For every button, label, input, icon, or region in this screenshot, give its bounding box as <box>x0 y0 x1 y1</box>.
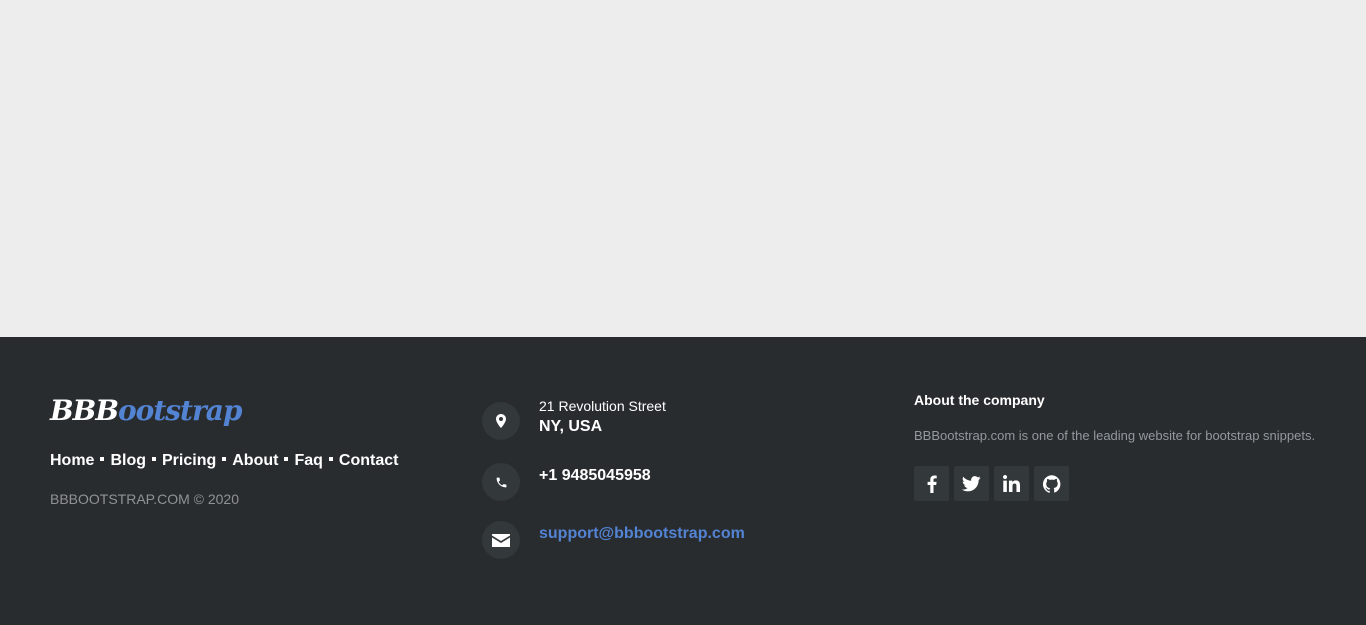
footer-link-pricing[interactable]: Pricing <box>162 452 216 469</box>
nav-separator <box>328 457 333 462</box>
footer-link-home[interactable]: Home <box>50 452 94 469</box>
contact-phone-row: +1 9485045958 <box>482 457 862 515</box>
logo-part-blue: ootstrap <box>118 394 242 427</box>
nav-separator <box>152 457 156 462</box>
github-icon[interactable] <box>1034 466 1069 501</box>
copyright-text: BBBOOTSTRAP.COM © 2020 <box>50 491 240 507</box>
page-content-area <box>0 0 1366 337</box>
linkedin-icon[interactable] <box>994 466 1029 501</box>
footer-link-about[interactable]: About <box>232 452 278 469</box>
envelope-icon <box>482 521 520 559</box>
phone-icon <box>482 463 520 501</box>
nav-separator <box>100 457 105 462</box>
nav-separator <box>222 457 227 462</box>
footer-contact-column: 21 Revolution Street NY, USA +1 94850459… <box>482 395 862 559</box>
footer-link-faq[interactable]: Faq <box>294 452 322 469</box>
map-marker-icon <box>482 402 520 440</box>
contact-email-row: support@bbbootstrap.com <box>482 515 862 559</box>
footer-left-column: BBBootstrap Home Blog Pricing About Faq Conta… <box>50 391 450 508</box>
logo-part-white: BBB <box>50 394 119 427</box>
brand-logo[interactable]: BBBootstrap <box>50 391 450 431</box>
email-link[interactable]: support@bbbootstrap.com <box>539 525 745 543</box>
nav-separator <box>284 457 289 462</box>
footer: BBBootstrap Home Blog Pricing About Faq Conta… <box>0 337 1366 625</box>
address-line-2: NY, USA <box>539 418 603 435</box>
footer-link-contact[interactable]: Contact <box>339 452 399 469</box>
address-line-1: 21 Revolution Street <box>539 398 666 414</box>
footer-about-column: About the company BBBootstrap.com is one… <box>914 391 1334 501</box>
about-title: About the company <box>914 392 1045 408</box>
facebook-icon[interactable] <box>914 466 949 501</box>
footer-link-blog[interactable]: Blog <box>110 452 146 469</box>
contact-address-row: 21 Revolution Street NY, USA <box>482 395 862 457</box>
about-text: BBBootstrap.com is one of the leading we… <box>914 428 1316 443</box>
social-links <box>914 466 1334 501</box>
twitter-icon[interactable] <box>954 466 989 501</box>
phone-number[interactable]: +1 9485045958 <box>539 467 651 485</box>
footer-nav: Home Blog Pricing About Faq Contact <box>50 451 450 471</box>
